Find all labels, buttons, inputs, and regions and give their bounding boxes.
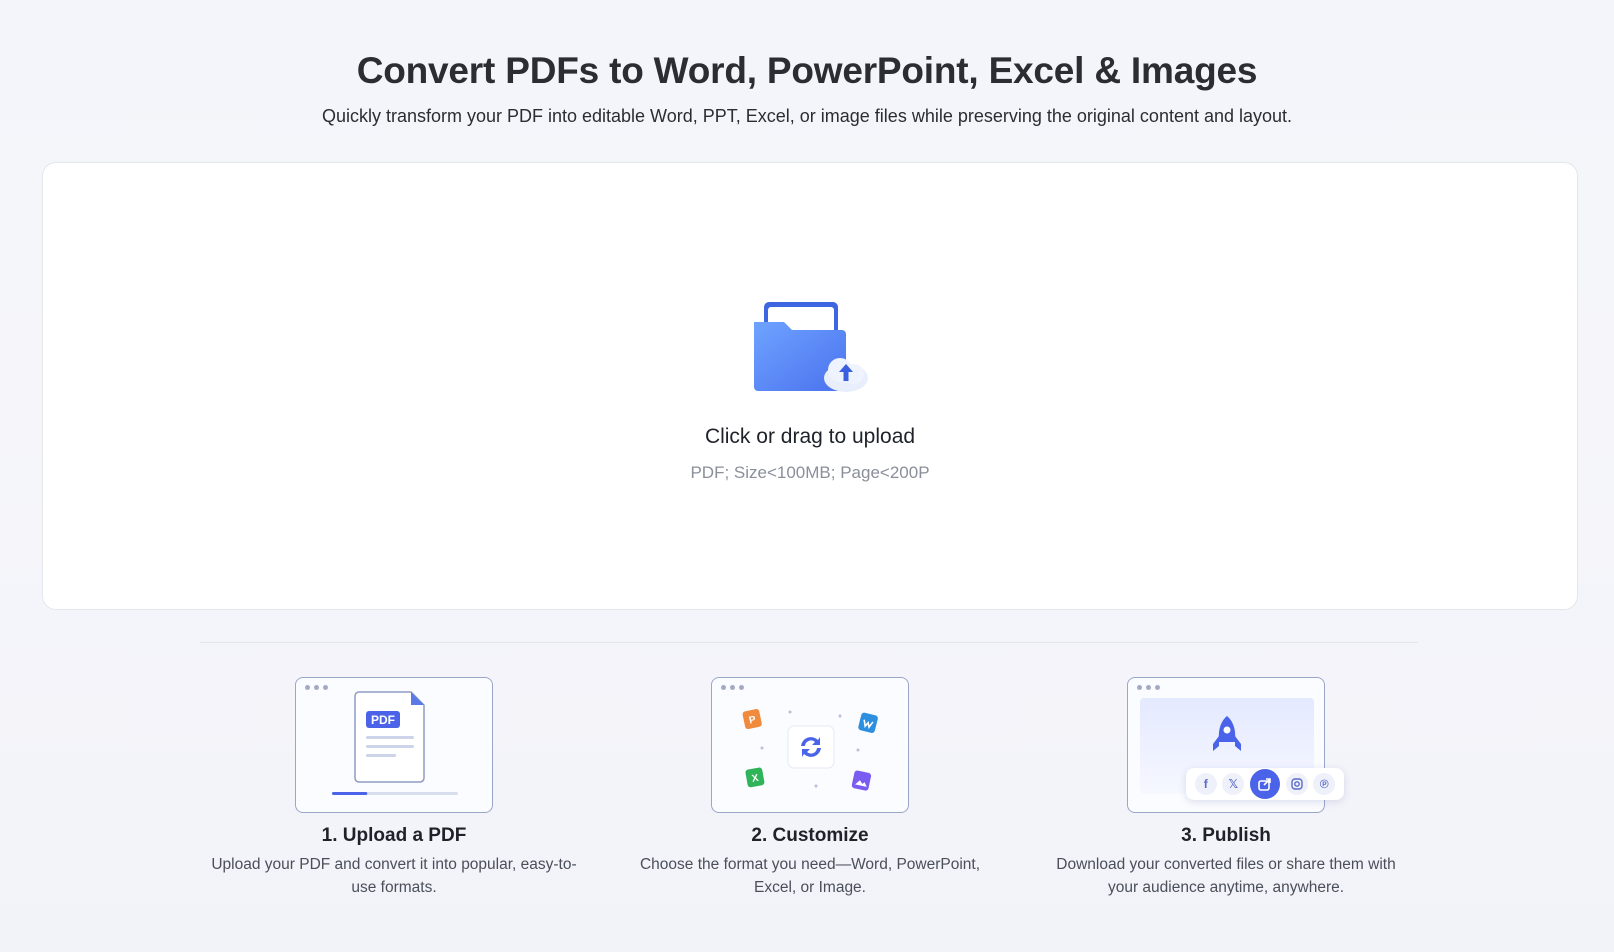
powerpoint-icon: P xyxy=(742,709,762,730)
image-icon xyxy=(851,770,872,791)
step-title: 1. Upload a PDF xyxy=(321,825,467,846)
svg-text:PDF: PDF xyxy=(371,713,395,727)
step-description: Choose the format you need—Word, PowerPo… xyxy=(639,856,981,896)
x-icon[interactable]: 𝕏 xyxy=(1222,773,1245,795)
step-title: 3. Publish xyxy=(1181,825,1271,846)
step-description: Upload your PDF and convert it into popu… xyxy=(211,856,577,896)
step-customize-illustration: P X xyxy=(711,677,909,813)
pdf-document-icon: PDF xyxy=(332,691,458,795)
facebook-icon[interactable]: f xyxy=(1194,773,1217,795)
instagram-icon[interactable] xyxy=(1285,773,1308,795)
step-customize: P X 2. Customize Choose the format you n… xyxy=(620,677,1000,899)
divider xyxy=(200,642,1418,643)
share-icon[interactable] xyxy=(1249,769,1280,799)
step-title: 2. Customize xyxy=(751,825,869,846)
upload-hint: PDF; Size<100MB; Page<200P xyxy=(690,463,930,482)
pinterest-icon[interactable]: ℗ xyxy=(1313,773,1336,795)
step-publish-illustration: f 𝕏 ℗ xyxy=(1127,677,1344,813)
folder-upload-icon xyxy=(754,302,868,392)
format-icons-illustration: P X xyxy=(742,709,878,791)
step-description: Download your converted files or share t… xyxy=(1056,856,1396,896)
step-upload-illustration: PDF xyxy=(295,677,493,813)
convert-icon xyxy=(787,725,835,769)
page-subtitle: Quickly transform your PDF into editable… xyxy=(321,106,1293,126)
share-bar: f 𝕏 ℗ xyxy=(1186,768,1344,800)
step-publish: f 𝕏 ℗ 3. Publish Download your converted… xyxy=(1036,677,1416,899)
upload-label: Click or drag to upload xyxy=(704,425,916,448)
upload-dropzone[interactable]: Click or drag to upload PDF; Size<100MB;… xyxy=(42,162,1578,610)
word-icon xyxy=(858,712,878,733)
page-title: Convert PDFs to Word, PowerPoint, Excel … xyxy=(356,50,1258,91)
excel-icon: X xyxy=(745,767,765,788)
step-upload: PDF 1. Upload a PDF Upload your PDF and … xyxy=(204,677,584,899)
